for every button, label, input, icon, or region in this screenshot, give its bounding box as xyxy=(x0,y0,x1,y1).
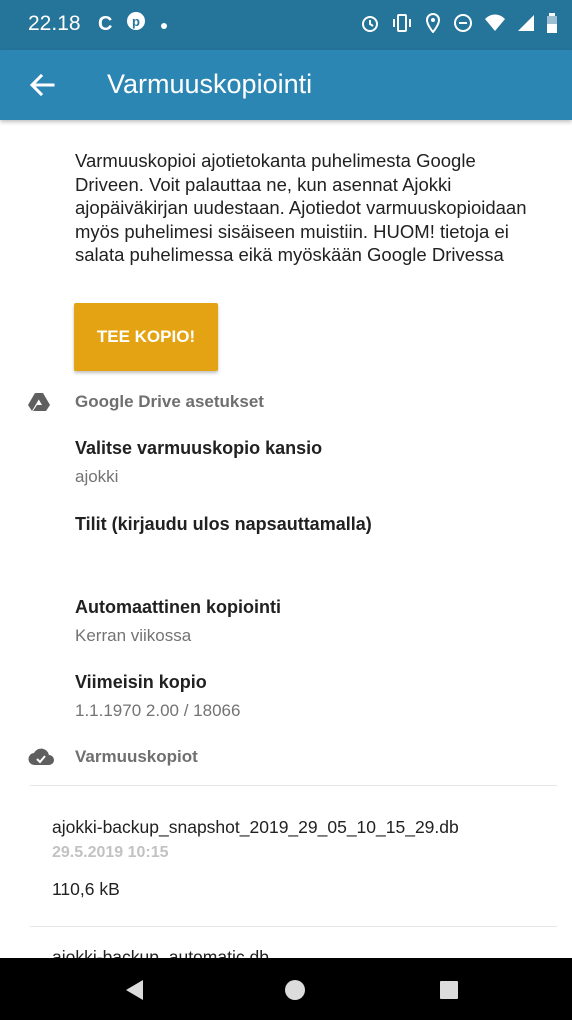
backup-filename: ajokki-backup_snapshot_2019_29_05_10_15_… xyxy=(52,817,459,837)
latest-backup-setting[interactable]: Viimeisin kopio 1.1.1970 2.00 / 18066 xyxy=(75,672,545,721)
backup-description: Varmuuskopioi ajotietokanta puhelimesta … xyxy=(75,150,527,265)
dot-icon xyxy=(160,12,168,36)
vibrate-icon xyxy=(393,14,411,32)
triangle-back-icon xyxy=(126,980,143,1000)
setting-title: Viimeisin kopio xyxy=(75,672,207,692)
c-notification-icon: C xyxy=(98,13,113,35)
auto-backup-setting[interactable]: Automaattinen kopiointi Kerran viikossa xyxy=(75,597,545,646)
back-button[interactable] xyxy=(22,65,62,105)
settings-content[interactable]: Varmuuskopioi ajotietokanta puhelimesta … xyxy=(0,120,572,958)
alarm-icon xyxy=(362,16,378,32)
google-drive-section-header: Google Drive asetukset xyxy=(0,388,572,418)
setting-title: Automaattinen kopiointi xyxy=(75,597,281,617)
status-right-icons xyxy=(360,13,558,33)
backup-size: 110,6 kB xyxy=(52,879,120,899)
backup-date: 29.5.2019 10:15 xyxy=(52,844,169,861)
nav-home-button[interactable] xyxy=(280,975,310,1005)
setting-title: Tilit (kirjaudu ulos napsauttamalla) xyxy=(75,514,372,534)
pinterest-icon: p xyxy=(126,11,146,37)
square-recents-icon xyxy=(440,981,458,999)
battery-icon xyxy=(547,13,557,33)
make-backup-button[interactable]: TEE KOPIO! xyxy=(74,303,218,371)
section-header-label: Varmuuskopiot xyxy=(75,747,198,766)
setting-summary: Kerran viikossa xyxy=(75,626,192,645)
setting-title: Valitse varmuuskopio kansio xyxy=(75,438,323,458)
wifi-icon xyxy=(485,14,505,31)
navigation-bar xyxy=(0,958,572,1020)
cloud-done-icon xyxy=(28,748,54,766)
backup-list-item[interactable]: ajokki-backup_automatic.db xyxy=(52,947,269,958)
location-icon xyxy=(425,13,441,33)
section-header-label: Google Drive asetukset xyxy=(75,392,264,411)
page-title: Varmuuskopiointi xyxy=(107,69,313,99)
nav-recents-button[interactable] xyxy=(434,975,464,1005)
arrow-left-icon xyxy=(29,73,55,97)
circle-home-icon xyxy=(285,980,305,1000)
status-bar: 22.18 C p xyxy=(0,0,572,50)
accounts-setting[interactable]: Tilit (kirjaudu ulos napsauttamalla) xyxy=(75,514,545,584)
backups-section-header: Varmuuskopiot xyxy=(0,743,572,773)
app-bar: Varmuuskopiointi xyxy=(0,50,572,120)
signal-icon xyxy=(518,15,534,31)
status-left-icons: C p xyxy=(98,11,168,37)
google-drive-icon xyxy=(28,393,50,411)
backup-list-item[interactable]: ajokki-backup_snapshot_2019_29_05_10_15_… xyxy=(30,785,557,927)
do-not-disturb-icon xyxy=(454,14,472,32)
setting-summary: ajokki xyxy=(75,467,119,486)
nav-back-button[interactable] xyxy=(121,975,151,1005)
status-time: 22.18 xyxy=(28,12,81,35)
backup-folder-setting[interactable]: Valitse varmuuskopio kansio ajokki xyxy=(75,438,545,487)
setting-summary: 1.1.1970 2.00 / 18066 xyxy=(75,701,241,720)
svg-text:p: p xyxy=(132,14,140,29)
